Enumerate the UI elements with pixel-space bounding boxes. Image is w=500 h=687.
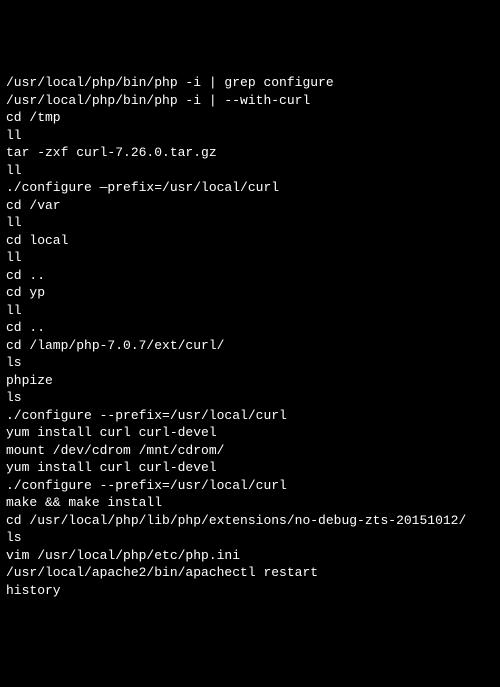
terminal-line: /usr/local/apache2/bin/apachectl restart [6, 564, 494, 582]
terminal-line: ls [6, 389, 494, 407]
terminal-line: ./configure --prefix=/usr/local/curl [6, 477, 494, 495]
terminal-line: phpize [6, 372, 494, 390]
terminal-line: ll [6, 302, 494, 320]
terminal-line: ls [6, 354, 494, 372]
terminal-line: yum install curl curl-devel [6, 424, 494, 442]
terminal-line: cd /lamp/php-7.0.7/ext/curl/ [6, 337, 494, 355]
terminal-line: /usr/local/php/bin/php -i | --with-curl [6, 92, 494, 110]
terminal-line: history [6, 582, 494, 600]
terminal-line: cd local [6, 232, 494, 250]
terminal-line: ls [6, 529, 494, 547]
terminal-line: cd .. [6, 319, 494, 337]
terminal-line: ./configure --prefix=/usr/local/curl [6, 407, 494, 425]
terminal-line: cd yp [6, 284, 494, 302]
terminal-line: /usr/local/php/bin/php -i | grep configu… [6, 74, 494, 92]
terminal-line: tar -zxf curl-7.26.0.tar.gz [6, 144, 494, 162]
terminal-line: vim /usr/local/php/etc/php.ini [6, 547, 494, 565]
terminal-line: make && make install [6, 494, 494, 512]
terminal-line: cd .. [6, 267, 494, 285]
terminal-line: ll [6, 249, 494, 267]
terminal-line: ll [6, 214, 494, 232]
terminal-line: cd /tmp [6, 109, 494, 127]
terminal-line: ll [6, 162, 494, 180]
terminal-line: mount /dev/cdrom /mnt/cdrom/ [6, 442, 494, 460]
terminal-line: yum install curl curl-devel [6, 459, 494, 477]
terminal-line: cd /usr/local/php/lib/php/extensions/no-… [6, 512, 494, 530]
terminal-output: /usr/local/php/bin/php -i | grep configu… [6, 74, 494, 599]
terminal-line: cd /var [6, 197, 494, 215]
terminal-line: ll [6, 127, 494, 145]
terminal-line: ./configure —prefix=/usr/local/curl [6, 179, 494, 197]
